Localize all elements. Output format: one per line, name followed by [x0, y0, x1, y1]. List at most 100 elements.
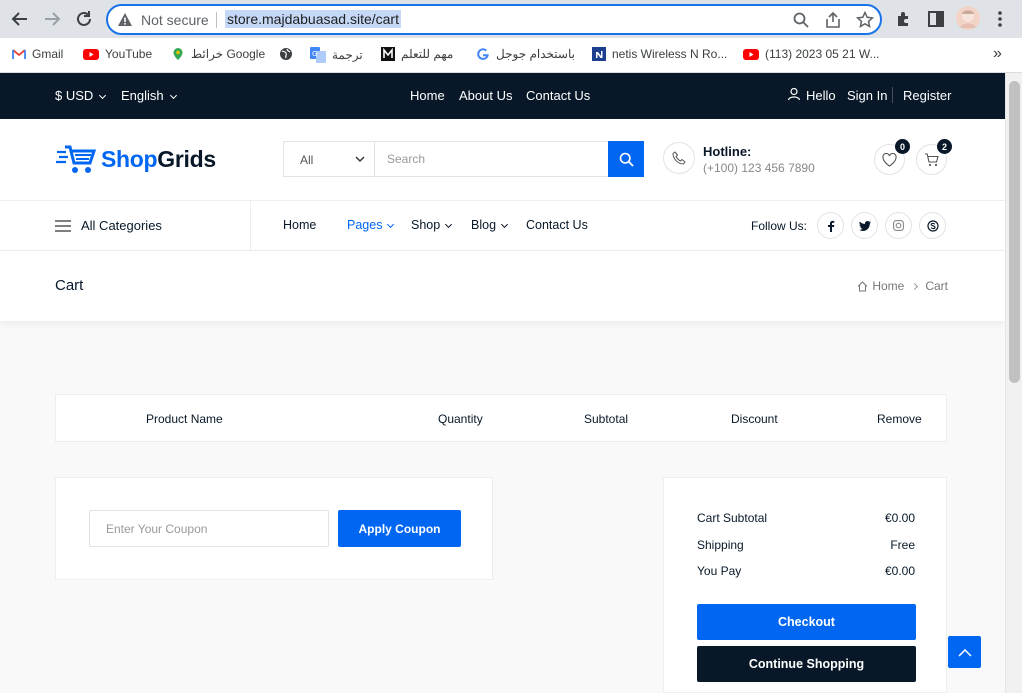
nav-item-pages[interactable]: Pages: [347, 218, 395, 232]
bookmark-important[interactable]: مهم للتعلم: [381, 47, 453, 61]
search-button[interactable]: [608, 141, 644, 177]
bookmark-gmail[interactable]: Gmail: [12, 47, 63, 61]
nav-item-label: Home: [283, 218, 317, 232]
you-pay-value: €0.00: [884, 564, 915, 578]
bookmark-label: مهم للتعلم: [401, 47, 454, 61]
chevron-up-icon: [957, 648, 972, 657]
currency-select[interactable]: $ USD: [55, 88, 107, 103]
zoom-icon[interactable]: [792, 11, 810, 29]
bookmark-netis[interactable]: netis Wireless N Ro...: [592, 47, 727, 61]
nav-item-home[interactable]: Home: [283, 218, 316, 232]
bookmark-label: netis Wireless N Ro...: [612, 47, 728, 61]
checkout-button[interactable]: Checkout: [697, 604, 916, 640]
nav-divider: [250, 201, 251, 251]
bookmark-google[interactable]: باستخدام جوجل: [476, 47, 575, 61]
coupon-box: Apply Coupon: [55, 477, 493, 580]
scroll-to-top-button[interactable]: [948, 636, 981, 668]
instagram-icon[interactable]: [885, 212, 912, 239]
currency-label: $ USD: [55, 88, 94, 103]
category-select[interactable]: All: [283, 141, 375, 177]
page-title: Cart: [55, 277, 84, 294]
bookmarks-bar: Gmail YouTube خرائط Google G ترجمة مهم ل…: [0, 38, 1022, 73]
language-select[interactable]: English: [121, 88, 177, 103]
column-discount: Discount: [731, 412, 778, 426]
site-logo[interactable]: ShopGrids: [101, 146, 216, 173]
reload-icon[interactable]: [73, 8, 95, 30]
side-panel-icon[interactable]: [926, 9, 946, 29]
profile-avatar[interactable]: [956, 6, 980, 30]
all-categories-button[interactable]: All Categories: [55, 218, 162, 233]
facebook-icon[interactable]: [817, 212, 844, 239]
translate-icon: G: [310, 47, 326, 63]
bookmark-label: باستخدام جوجل: [496, 47, 575, 61]
cart-table-header: Product Name Quantity Subtotal Discount …: [55, 394, 947, 442]
logo-grids-text: Grids: [157, 146, 216, 172]
shipping-label: Shipping: [697, 538, 744, 552]
register-link[interactable]: Register: [903, 88, 951, 103]
skype-icon[interactable]: [919, 212, 946, 239]
bookmark-maps[interactable]: خرائط Google: [171, 47, 265, 61]
back-arrow-icon[interactable]: [9, 8, 31, 30]
you-pay-row: You Pay €0.00: [697, 564, 915, 578]
bookmark-label: خرائط Google: [191, 47, 266, 61]
hotline-label: Hotline:: [703, 144, 752, 159]
twitter-icon[interactable]: [851, 212, 878, 239]
browser-toolbar: Not secure store.majdabuasad.site/cart: [0, 0, 1022, 38]
extensions-icon[interactable]: [894, 9, 914, 29]
breadcrumb-current: Cart: [925, 279, 948, 293]
url-text[interactable]: store.majdabuasad.site/cart: [225, 10, 401, 28]
breadcrumb-home[interactable]: Home: [857, 279, 904, 293]
nav-item-label: Shop: [411, 218, 441, 232]
bookmark-translate[interactable]: G ترجمة: [310, 47, 363, 63]
bookmark-youtube[interactable]: YouTube: [83, 47, 152, 61]
subtotal-label: Cart Subtotal: [697, 511, 768, 525]
nav-item-label: Blog: [471, 218, 497, 232]
more-bookmarks-chevron-icon[interactable]: »: [993, 45, 1002, 63]
security-status[interactable]: Not secure: [141, 12, 209, 28]
google-icon: [477, 48, 489, 60]
user-icon: [787, 87, 801, 104]
chevron-down-icon: [355, 156, 365, 162]
breadcrumb-home-label: Home: [872, 279, 905, 293]
topbar-link-home[interactable]: Home: [410, 88, 445, 103]
logo-cart-icon[interactable]: [55, 143, 97, 180]
omnibox-divider: [216, 12, 217, 28]
you-pay-label: You Pay: [697, 564, 742, 578]
nav-item-contact[interactable]: Contact Us: [526, 218, 588, 232]
topbar-divider: [892, 87, 893, 103]
apply-coupon-button[interactable]: Apply Coupon: [338, 510, 461, 547]
site-header: ShopGrids All Hotline: (+100) 123 456 78…: [0, 119, 1005, 201]
bookmark-label: ترجمة: [332, 48, 363, 62]
share-icon[interactable]: [824, 11, 842, 29]
logo-shop-text: Shop: [101, 146, 158, 172]
page-scrollbar[interactable]: [1005, 73, 1022, 693]
continue-shopping-button[interactable]: Continue Shopping: [697, 646, 916, 682]
hotline-number: (+100) 123 456 7890: [703, 161, 815, 175]
cart-button[interactable]: 2: [916, 139, 952, 175]
phone-icon: [663, 142, 695, 174]
bookmark-youtube-video[interactable]: (113) 2023 05 21 W...: [743, 47, 880, 61]
language-label: English: [121, 88, 164, 103]
youtube-icon: [83, 49, 99, 60]
bookmark-star-icon[interactable]: [855, 10, 875, 29]
nav-item-blog[interactable]: Blog: [471, 218, 509, 232]
nav-item-shop[interactable]: Shop: [411, 218, 453, 232]
wishlist-button[interactable]: 0: [874, 139, 910, 175]
column-subtotal: Subtotal: [584, 412, 629, 426]
nav-item-label: Pages: [347, 218, 383, 232]
cart-count-badge: 2: [937, 139, 952, 154]
address-bar[interactable]: Not secure store.majdabuasad.site/cart: [106, 4, 882, 35]
bookmark-globe[interactable]: [279, 47, 293, 61]
menu-kebab-icon[interactable]: [994, 9, 1014, 29]
coupon-input[interactable]: [89, 510, 329, 547]
search-input[interactable]: [374, 141, 609, 177]
forward-arrow-icon[interactable]: [41, 8, 63, 30]
chevron-down-icon: [500, 220, 509, 229]
topbar-link-contact[interactable]: Contact Us: [526, 88, 590, 103]
topbar-link-about[interactable]: About Us: [459, 88, 512, 103]
category-select-value: All: [300, 153, 314, 167]
signin-link[interactable]: Sign In: [847, 88, 887, 103]
hello-text: Hello: [806, 88, 836, 103]
scrollbar-thumb[interactable]: [1009, 81, 1020, 383]
warning-icon[interactable]: [117, 12, 133, 33]
